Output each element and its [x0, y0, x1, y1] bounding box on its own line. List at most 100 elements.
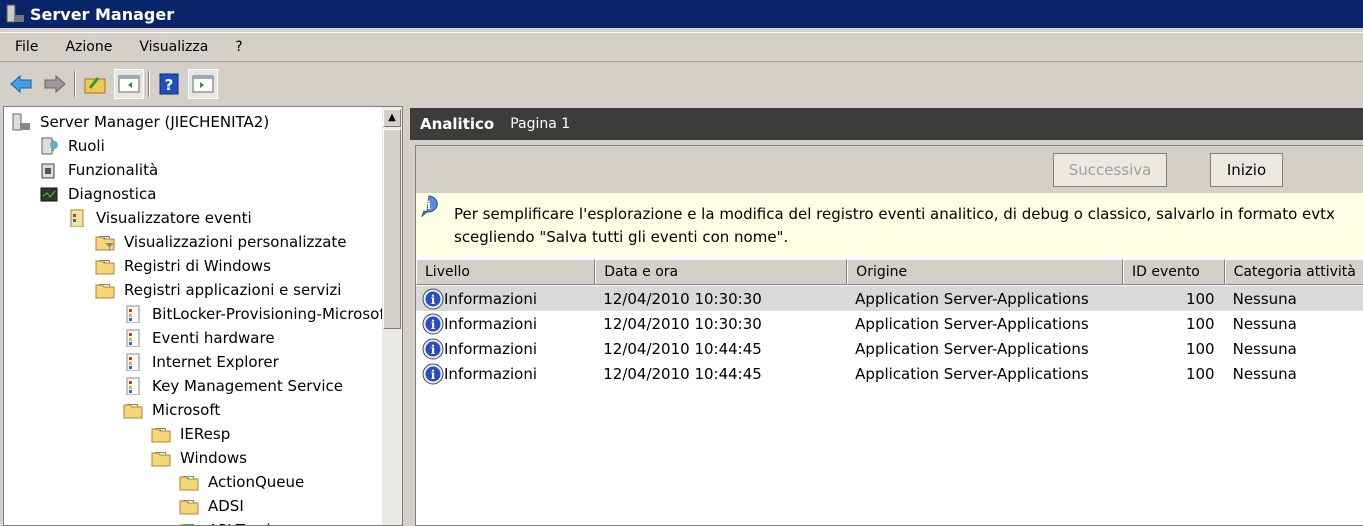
menu-file[interactable]: File [0, 39, 50, 55]
tree-item[interactable]: Funzionalità [4, 158, 382, 182]
log-icon [126, 305, 140, 323]
tree-item-label: Visualizzazioni personalizzate [124, 233, 347, 251]
forward-icon[interactable] [40, 69, 70, 99]
level-text: Informazioni [444, 289, 537, 308]
tree-item-label: Microsoft [152, 401, 221, 419]
title-bar: Server Manager [0, 0, 1363, 28]
tree-item[interactable]: BitLocker-Provisioning-Microsoft [4, 302, 390, 326]
tree-item-label: Server Manager (JIECHENITA2) [40, 113, 270, 131]
column-header[interactable]: Livello [416, 259, 596, 285]
level-text: Informazioni [444, 314, 537, 333]
column-header[interactable]: ID evento [1122, 259, 1225, 285]
table-cell: 12/04/2010 10:30:30 [603, 289, 762, 308]
tree-item[interactable]: Server Manager (JIECHENITA2) [4, 110, 382, 134]
column-header[interactable]: Origine [847, 259, 1123, 285]
table-row[interactable]: i Informazioni 12/04/2010 10:30:30 Applicat… [416, 286, 1363, 311]
log-icon [126, 377, 140, 395]
tree-item[interactable]: +Registri di Windows [4, 254, 382, 278]
tree-item-label: Internet Explorer [152, 353, 279, 371]
info-icon: i [421, 195, 438, 217]
menu-azione[interactable]: Azione [50, 39, 124, 55]
tree-item[interactable]: +Ruoli [4, 134, 382, 158]
menu-visualizza[interactable]: Visualizza [124, 39, 220, 55]
tree-item-label: ADSI [208, 497, 244, 515]
folder-icon [151, 428, 171, 443]
toolbar-separator [74, 71, 76, 97]
folder-icon [151, 452, 171, 467]
tree-item[interactable]: −Windows [4, 446, 382, 470]
tree-item[interactable]: +ActionQueue [4, 470, 382, 494]
window-title: Server Manager [30, 4, 175, 24]
table-cell: 12/04/2010 10:44:45 [603, 364, 762, 383]
column-header[interactable]: Data e ora [595, 259, 848, 285]
svg-text:i: i [431, 318, 436, 332]
tree-item[interactable]: Key Management Service [4, 374, 382, 398]
table-cell: Nessuna [1232, 339, 1297, 358]
up-folder-icon[interactable] [80, 69, 110, 99]
tree-item[interactable]: −Diagnostica [4, 182, 382, 206]
tree-item[interactable]: −Registri applicazioni e servizi [4, 278, 382, 302]
toolbar: ? [0, 66, 1363, 102]
show-hide-action-pane-icon[interactable] [188, 69, 218, 99]
table-row[interactable]: i Informazioni 12/04/2010 10:30:30 Applicat… [416, 311, 1363, 336]
tree-item-label: ActionQueue [208, 473, 305, 491]
back-icon[interactable] [6, 69, 36, 99]
help-icon[interactable]: ? [154, 69, 184, 99]
information-icon: i [422, 338, 444, 359]
table-row[interactable]: i Informazioni 12/04/2010 10:44:45 Applicat… [416, 361, 1363, 386]
tree-item[interactable]: +IEResp [4, 422, 382, 446]
info-message: Per semplificare l'esplorazione e la mod… [454, 205, 1335, 246]
tree-item-label: Registri applicazioni e servizi [124, 281, 342, 299]
table-row[interactable]: i Informazioni 12/04/2010 10:44:45 Applicat… [416, 336, 1363, 361]
folder-icon [179, 500, 199, 515]
tree-item-label: Diagnostica [68, 185, 157, 203]
tree-item[interactable]: +Visualizzazioni personalizzate [4, 230, 382, 254]
table-header: Livello Data e ora Origine ID evento Categor… [416, 259, 1363, 285]
table-cell: 100 [1185, 364, 1215, 383]
column-header[interactable]: Categoria attività [1224, 259, 1363, 285]
tree-item-label: Ruoli [68, 137, 105, 155]
tree-item-label: Visualizzatore eventi [96, 209, 252, 227]
tree-item-label: Key Management Service [152, 377, 343, 395]
server-manager-icon [6, 4, 24, 23]
tree-item[interactable]: Internet Explorer [4, 350, 382, 374]
tree-item[interactable]: −Microsoft [4, 398, 382, 422]
table-cell: i Informazioni [416, 338, 595, 360]
svg-text:i: i [431, 368, 436, 382]
table-cell: 100 [1185, 289, 1215, 308]
info-bar: i Per semplificare l'esplorazione e la m… [416, 193, 1363, 256]
folder-filter-icon [95, 236, 115, 251]
tree-item[interactable]: +API-Tracing [4, 518, 382, 525]
table-cell: i Informazioni [416, 313, 595, 335]
show-hide-console-tree-icon[interactable] [114, 69, 144, 99]
log-title: Analitico [420, 115, 495, 133]
tree-item[interactable]: −Visualizzatore eventi [4, 206, 382, 230]
table-cell: 12/04/2010 10:44:45 [603, 339, 762, 358]
scroll-up-button[interactable]: ▲ [383, 109, 401, 127]
next-button[interactable]: Successiva [1053, 153, 1167, 187]
table-cell: Application Server-Applications [855, 314, 1089, 333]
events-pane: Successiva Inizio i Per semplificare l'e… [415, 145, 1363, 526]
table-cell: 12/04/2010 10:30:30 [603, 314, 762, 333]
roles-icon [41, 137, 58, 155]
diagnostics-icon [40, 187, 58, 202]
server-icon [12, 113, 30, 131]
table-cell: 100 [1185, 314, 1215, 333]
tree-item[interactable]: Eventi hardware [4, 326, 382, 350]
tree-item[interactable]: +ADSI [4, 494, 382, 518]
console-tree: Server Manager (JIECHENITA2) +Ruoli Funzio… [3, 106, 403, 526]
pane-header: Analitico Pagina 1 [410, 108, 1363, 140]
table-cell: Nessuna [1232, 314, 1297, 333]
tree-item-label: API-Tracing [208, 521, 290, 525]
folder-icon [179, 476, 199, 491]
button-bar: Successiva Inizio [416, 146, 1363, 193]
folder-icon [95, 260, 115, 275]
svg-text:?: ? [165, 76, 174, 94]
menu-help[interactable]: ? [220, 39, 254, 55]
page-indicator: Pagina 1 [510, 116, 571, 132]
table-cell: Application Server-Applications [855, 339, 1089, 358]
start-button[interactable]: Inizio [1210, 153, 1283, 187]
scrollbar-thumb[interactable] [383, 129, 401, 329]
table-cell: i Informazioni [416, 363, 595, 385]
tree-item-label: Registri di Windows [124, 257, 271, 275]
